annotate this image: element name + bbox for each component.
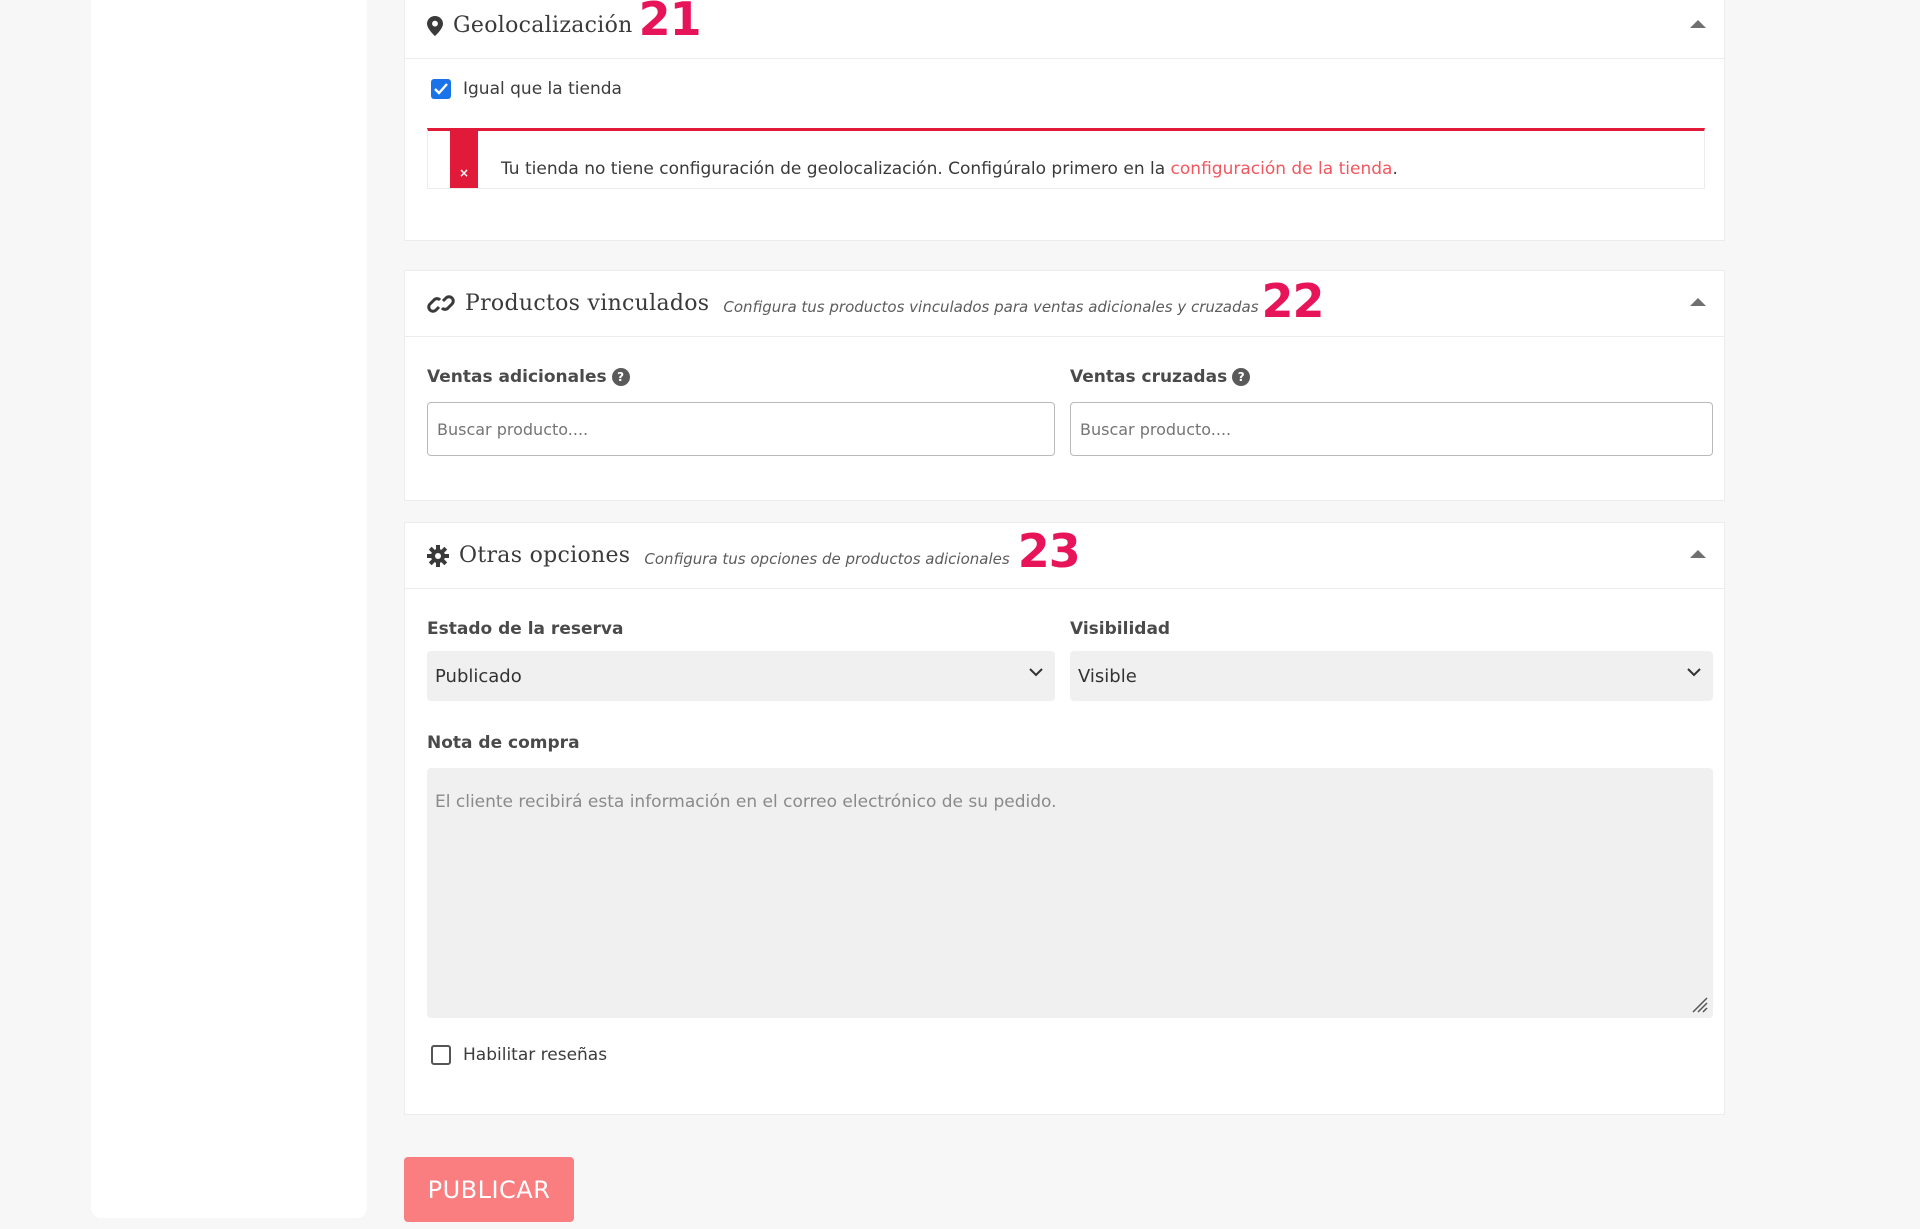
visibility-select[interactable]: Visible xyxy=(1070,651,1713,701)
other-options-title: Otras opciones xyxy=(459,543,631,568)
alert-message: Tu tienda no tiene configuración de geol… xyxy=(501,159,1398,179)
step-badge-22: 22 xyxy=(1261,273,1325,328)
crosssells-label-text: Ventas cruzadas xyxy=(1070,367,1228,387)
geolocation-title: Geolocalización xyxy=(453,13,633,38)
checkmark-icon xyxy=(434,83,448,95)
collapse-caret-icon[interactable] xyxy=(1690,19,1706,28)
linked-products-subtitle: Configura tus productos vinculados para … xyxy=(723,297,1259,316)
same-as-store-checkbox[interactable] xyxy=(431,79,451,99)
geolocation-panel: Geolocalización 21 Igual que la tienda ×… xyxy=(404,0,1725,241)
purchase-note-placeholder: El cliente recibirá esta información en … xyxy=(435,792,1057,812)
publish-button[interactable]: PUBLICAR xyxy=(404,1157,574,1222)
upsells-label-text: Ventas adicionales xyxy=(427,367,607,387)
visibility-select-value: Visible xyxy=(1078,665,1137,687)
same-as-store-checkbox-row[interactable]: Igual que la tienda xyxy=(431,79,622,99)
enable-reviews-checkbox-row[interactable]: Habilitar reseñas xyxy=(431,1045,607,1065)
purchase-note-label: Nota de compra xyxy=(427,733,580,753)
visibility-label: Visibilidad xyxy=(1070,619,1171,639)
linked-products-panel: Productos vinculados Configura tus produ… xyxy=(404,270,1725,501)
error-x-icon: × xyxy=(450,128,478,188)
alert-suffix: . xyxy=(1392,159,1398,179)
link-icon xyxy=(427,293,455,315)
chevron-down-icon xyxy=(1029,668,1043,677)
upsells-label: Ventas adicionales ? xyxy=(427,367,630,387)
other-options-subtitle: Configura tus opciones de productos adic… xyxy=(644,549,1010,568)
help-icon[interactable]: ? xyxy=(1232,368,1251,386)
other-options-panel: Otras opciones Configura tus opciones de… xyxy=(404,522,1725,1115)
crosssells-search-input[interactable] xyxy=(1070,402,1713,456)
enable-reviews-checkbox[interactable] xyxy=(431,1045,451,1065)
step-badge-21: 21 xyxy=(638,0,702,46)
crosssells-label: Ventas cruzadas ? xyxy=(1070,367,1251,387)
step-badge-23: 23 xyxy=(1017,523,1081,578)
other-options-header[interactable]: Otras opciones Configura tus opciones de… xyxy=(405,523,1724,589)
help-icon[interactable]: ? xyxy=(611,368,630,386)
alert-text: Tu tienda no tiene configuración de geol… xyxy=(501,159,1171,179)
linked-products-title: Productos vinculados xyxy=(465,291,710,316)
store-settings-link[interactable]: configuración de la tienda xyxy=(1171,159,1393,179)
resize-grip-icon xyxy=(1692,997,1708,1013)
upsells-search-input[interactable] xyxy=(427,402,1055,456)
status-select[interactable]: Publicado xyxy=(427,651,1055,701)
collapse-caret-icon[interactable] xyxy=(1690,297,1706,306)
enable-reviews-label: Habilitar reseñas xyxy=(463,1045,608,1065)
purchase-note-textarea[interactable]: El cliente recibirá esta información en … xyxy=(427,768,1713,1018)
geolocation-header[interactable]: Geolocalización 21 xyxy=(405,0,1724,59)
collapse-caret-icon[interactable] xyxy=(1690,549,1706,558)
status-select-value: Publicado xyxy=(435,665,522,687)
chevron-down-icon xyxy=(1687,668,1701,677)
geolocation-error-alert: × Tu tienda no tiene configuración de ge… xyxy=(427,128,1705,189)
gear-icon xyxy=(427,544,449,567)
linked-products-header[interactable]: Productos vinculados Configura tus produ… xyxy=(405,271,1724,337)
same-as-store-label: Igual que la tienda xyxy=(463,79,622,99)
status-label: Estado de la reserva xyxy=(427,619,624,639)
left-sidebar xyxy=(91,0,367,1218)
map-marker-icon xyxy=(427,15,443,36)
